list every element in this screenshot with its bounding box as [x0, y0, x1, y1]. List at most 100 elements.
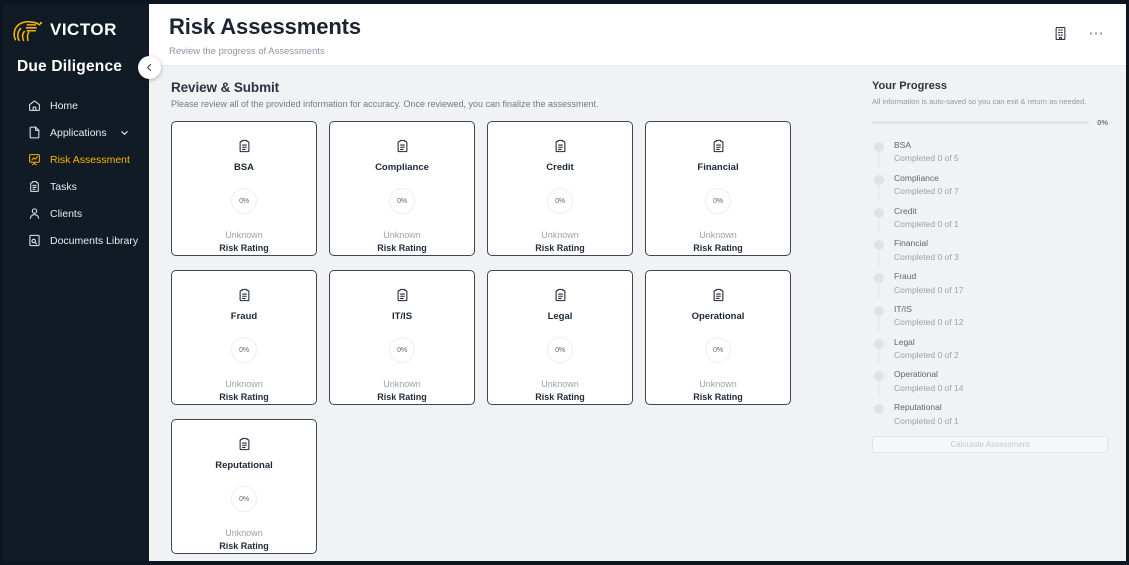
sidebar-item-risk-assessment[interactable]: Risk Assessment — [3, 146, 149, 173]
step-marker — [872, 238, 885, 266]
step-meta: Completed 0 of 5 — [894, 153, 959, 164]
risk-card-credit[interactable]: Credit 0% Unknown Risk Rating — [487, 121, 633, 256]
sidebar-item-label: Clients — [50, 207, 83, 220]
risk-card-percent: 0% — [239, 197, 249, 205]
risk-card-percent: 0% — [555, 346, 565, 354]
risk-card-title: Credit — [546, 162, 574, 173]
progress-step-it-is[interactable]: IT/IS Completed 0 of 12 — [872, 304, 1108, 337]
risk-card-bsa[interactable]: BSA 0% Unknown Risk Rating — [171, 121, 317, 256]
progress-step-credit[interactable]: Credit Completed 0 of 1 — [872, 206, 1108, 239]
risk-card-reputational[interactable]: Reputational 0% Unknown Risk Rating — [171, 419, 317, 554]
chart-board-icon — [27, 153, 41, 167]
clipboard-icon — [237, 138, 252, 154]
progress-step-compliance[interactable]: Compliance Completed 0 of 7 — [872, 173, 1108, 206]
step-meta: Completed 0 of 1 — [894, 219, 959, 230]
risk-card-it-is[interactable]: IT/IS 0% Unknown Risk Rating — [329, 270, 475, 405]
step-dot-icon — [873, 338, 884, 349]
home-icon — [27, 99, 41, 113]
step-body: BSA Completed 0 of 5 — [894, 140, 959, 165]
sidebar: VICTOR Due Diligence Home Applications R… — [3, 4, 161, 561]
clipboard-icon — [711, 138, 726, 154]
risk-card-rating-label: Risk Rating — [535, 243, 585, 253]
brand-wordmark: VICTOR — [50, 20, 117, 39]
step-marker — [872, 206, 885, 233]
step-meta: Completed 0 of 17 — [894, 284, 964, 295]
sidebar-item-clients[interactable]: Clients — [3, 200, 149, 227]
app-name: Due Diligence — [17, 58, 123, 75]
chevron-down-icon[interactable] — [120, 128, 129, 137]
risk-card-rating-value: Unknown — [225, 528, 263, 538]
risk-card-rating-value: Unknown — [699, 230, 737, 240]
clipboard-icon — [711, 287, 726, 303]
sidebar-item-documents-library[interactable]: Documents Library — [3, 227, 149, 254]
progress-step-financial[interactable]: Financial Completed 0 of 3 — [872, 238, 1108, 271]
clipboard-icon — [553, 287, 568, 303]
sidebar-item-tasks[interactable]: Tasks — [3, 173, 149, 200]
sidebar-item-label: Risk Assessment — [50, 153, 130, 166]
risk-card-rating-label: Risk Rating — [219, 392, 269, 402]
risk-card-title: Fraud — [230, 311, 258, 322]
step-body: Credit Completed 0 of 1 — [894, 206, 959, 231]
step-meta: Completed 0 of 2 — [894, 350, 959, 361]
risk-card-compliance[interactable]: Compliance 0% Unknown Risk Rating — [329, 121, 475, 256]
risk-card-title: Reputational — [215, 460, 273, 471]
step-name: Financial — [894, 238, 929, 249]
progress-panel-subtitle: All information is auto-saved so you can… — [872, 97, 1087, 106]
risk-card-title: BSA — [233, 162, 255, 173]
sidebar-item-label: Tasks — [50, 180, 77, 193]
app-window: VICTOR Due Diligence Home Applications R… — [0, 0, 1129, 565]
progress-panel-title: Your Progress — [872, 80, 947, 92]
risk-card-percent: 0% — [713, 197, 723, 205]
page-header: Risk Assessments Review the progress of … — [149, 4, 1126, 66]
risk-card-percent: 0% — [397, 197, 407, 205]
step-dot-icon — [873, 404, 884, 415]
progress-step-legal[interactable]: Legal Completed 0 of 2 — [872, 337, 1108, 370]
progress-step-bsa[interactable]: BSA Completed 0 of 5 — [872, 140, 1108, 173]
risk-card-progress-ring: 0% — [547, 188, 573, 214]
risk-card-percent: 0% — [713, 346, 723, 354]
more-horizontal-icon[interactable] — [1088, 28, 1105, 39]
step-name: Reputational — [894, 402, 942, 413]
calculate-assessment-button[interactable]: Calculate Assessment — [872, 436, 1108, 454]
step-name: Compliance — [894, 172, 939, 183]
sidebar-item-applications[interactable]: Applications — [3, 119, 149, 146]
clipboard-icon — [395, 138, 410, 154]
step-name: IT/IS — [894, 303, 912, 314]
step-body: Fraud Completed 0 of 17 — [894, 271, 963, 296]
step-body: Financial Completed 0 of 3 — [894, 238, 959, 263]
risk-card-financial[interactable]: Financial 0% Unknown Risk Rating — [645, 121, 791, 256]
clipboard-icon — [395, 287, 410, 303]
risk-card-legal[interactable]: Legal 0% Unknown Risk Rating — [487, 270, 633, 405]
page-subtitle: Review the progress of Assessments — [169, 45, 325, 57]
clipboard-icon — [27, 180, 41, 194]
section-title: Review & Submit — [171, 80, 280, 95]
risk-card-rating-value: Unknown — [225, 230, 263, 240]
progress-step-operational[interactable]: Operational Completed 0 of 14 — [872, 369, 1108, 402]
progress-step-reputational[interactable]: Reputational Completed 0 of 1 — [872, 402, 1108, 427]
progress-step-fraud[interactable]: Fraud Completed 0 of 17 — [872, 271, 1108, 304]
step-name: BSA — [894, 140, 912, 150]
risk-card-title: Compliance — [375, 162, 429, 173]
risk-card-fraud[interactable]: Fraud 0% Unknown Risk Rating — [171, 270, 317, 405]
step-meta: Completed 0 of 3 — [894, 251, 959, 262]
risk-card-progress-ring: 0% — [705, 188, 731, 214]
clipboard-icon — [237, 287, 252, 303]
risk-card-percent: 0% — [239, 346, 249, 354]
overall-progress-percent: 0% — [1097, 118, 1108, 127]
risk-card-operational[interactable]: Operational 0% Unknown Risk Rating — [645, 270, 791, 405]
risk-card-progress-ring: 0% — [547, 337, 573, 363]
sidebar-collapse-button[interactable] — [138, 56, 161, 79]
step-marker — [872, 337, 885, 364]
risk-card-rating-value: Unknown — [383, 230, 421, 240]
step-name: Legal — [894, 336, 915, 347]
sidebar-item-home[interactable]: Home — [3, 92, 149, 119]
step-dot-icon — [873, 273, 884, 284]
page-header-text: Risk Assessments Review the progress of … — [169, 13, 361, 57]
building-icon[interactable] — [1053, 26, 1068, 41]
step-marker — [872, 402, 885, 427]
brand[interactable]: VICTOR — [3, 10, 149, 44]
risk-card-progress-ring: 0% — [389, 188, 415, 214]
document-icon — [27, 126, 41, 140]
step-meta: Completed 0 of 1 — [894, 415, 959, 426]
risk-card-rating-label: Risk Rating — [693, 243, 743, 253]
